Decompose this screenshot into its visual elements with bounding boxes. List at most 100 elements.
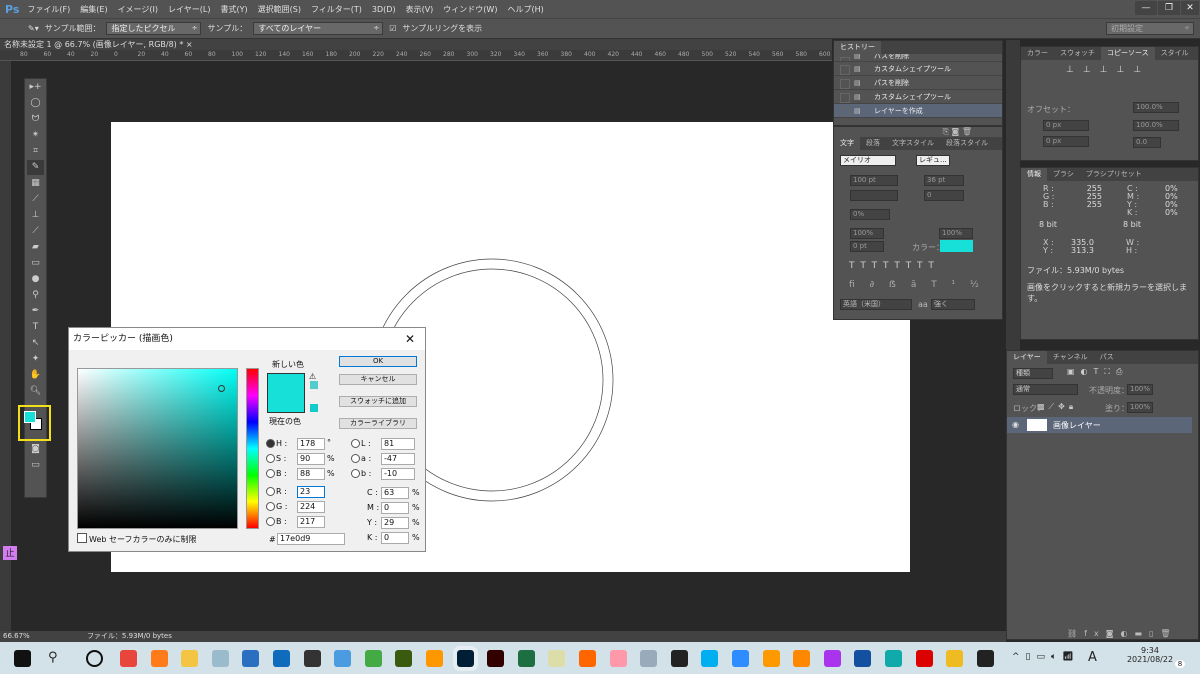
ok-button[interactable]: OK: [339, 356, 417, 367]
sample-select[interactable]: すべてのレイヤー: [253, 22, 384, 35]
menu-file[interactable]: ファイル(F): [27, 4, 70, 15]
radio-h[interactable]: [266, 439, 275, 448]
path-select-icon[interactable]: ↖: [27, 336, 44, 351]
quick-mask-icon[interactable]: ◙: [27, 442, 44, 457]
g-input[interactable]: 224: [297, 501, 325, 513]
taskbar-chrome-icon[interactable]: [120, 650, 137, 667]
h-input[interactable]: 178: [297, 438, 325, 450]
web-safe-swatch[interactable]: [310, 404, 318, 412]
close-tab-icon[interactable]: ×: [186, 40, 193, 49]
taskbar-zoom-icon[interactable]: [732, 650, 749, 667]
color-swatches[interactable]: [18, 405, 51, 441]
eraser-tool-icon[interactable]: ▰: [27, 240, 44, 255]
menu-help[interactable]: ヘルプ(H): [507, 4, 543, 15]
tab-history[interactable]: ヒストリー: [834, 41, 881, 54]
workspace-select[interactable]: 初期設定: [1106, 22, 1194, 35]
shape-tool-icon[interactable]: ✦: [27, 352, 44, 367]
move-tool-icon[interactable]: ▸+: [27, 80, 44, 95]
blur-tool-icon[interactable]: ●: [27, 272, 44, 287]
dodge-tool-icon[interactable]: ⚲: [27, 288, 44, 303]
clock[interactable]: 9:34 2021/08/22: [1120, 646, 1180, 664]
blue-input[interactable]: 217: [297, 516, 325, 528]
lock-icons[interactable]: ▩⟋✥🔒︎: [1037, 402, 1077, 412]
vertical-scale-input[interactable]: 100%: [850, 228, 884, 239]
notification-badge[interactable]: 8: [1175, 660, 1185, 668]
menu-select[interactable]: 選択範囲(S): [258, 4, 301, 15]
taskbar-illustrator-icon[interactable]: [487, 650, 505, 667]
taskbar-contacts-icon[interactable]: [334, 650, 352, 667]
add-swatch-button[interactable]: スウォッチに追加: [339, 396, 417, 407]
visibility-eye-icon[interactable]: ◉: [1012, 420, 1019, 429]
font-style-select[interactable]: レギュ...: [916, 155, 950, 166]
radio-r[interactable]: [266, 487, 275, 496]
layer-filter-select[interactable]: 種類: [1013, 368, 1053, 379]
a-input[interactable]: -47: [381, 453, 415, 465]
lab-b-input[interactable]: -10: [381, 468, 415, 480]
tab-swatches[interactable]: スウォッチ: [1054, 47, 1101, 60]
color-libraries-button[interactable]: カラーライブラリ: [339, 418, 417, 429]
taskbar-vlc-icon[interactable]: [793, 650, 811, 667]
kerning-input[interactable]: [850, 190, 898, 201]
radio-b[interactable]: [266, 469, 275, 478]
ime-mode[interactable]: A: [1088, 650, 1097, 665]
foreground-color[interactable]: [24, 411, 36, 423]
menu-layer[interactable]: レイヤー(L): [168, 4, 210, 15]
marquee-tool-icon[interactable]: ◯: [27, 96, 44, 111]
c-input[interactable]: 63: [381, 487, 409, 499]
sample-size-select[interactable]: 指定したピクセル: [106, 22, 202, 35]
tab-layers[interactable]: レイヤー: [1007, 351, 1047, 364]
tsume-input[interactable]: 0%: [850, 209, 890, 220]
leading-input[interactable]: 36 pt: [924, 175, 964, 186]
l-input[interactable]: 81: [381, 438, 415, 450]
menu-type[interactable]: 書式(Y): [220, 4, 247, 15]
hex-input[interactable]: 17e0d9: [277, 533, 345, 545]
minimize-button[interactable]: —: [1135, 1, 1157, 15]
tab-info[interactable]: 情報: [1021, 168, 1047, 181]
layer-filter-icons[interactable]: ▣◐T⛶⎙: [1067, 367, 1128, 377]
taskbar-sticky-icon[interactable]: [976, 650, 994, 667]
stamp-tool-icon[interactable]: ⊥: [27, 208, 44, 223]
m-input[interactable]: 0: [381, 502, 409, 514]
menu-edit[interactable]: 編集(E): [80, 4, 107, 15]
close-button[interactable]: ✕: [1181, 1, 1199, 15]
cancel-button[interactable]: キャンセル: [339, 374, 417, 385]
tab-clone-source[interactable]: コピーソース: [1101, 47, 1155, 60]
taskbar-editor-icon[interactable]: [548, 650, 566, 667]
show-ring-checkbox[interactable]: ☑: [389, 24, 396, 33]
taskbar-dreamweaver-icon[interactable]: [395, 650, 413, 667]
eyedropper-tool-icon[interactable]: ✎: [27, 160, 44, 175]
tab-color[interactable]: カラー: [1021, 47, 1054, 60]
font-size-input[interactable]: 100 pt: [850, 175, 898, 186]
taskbar-photoshop-icon[interactable]: [452, 646, 478, 671]
status-file-size[interactable]: ファイル：5.93M/0 bytes: [87, 632, 172, 640]
history-item[interactable]: カスタムシェイプツール: [834, 90, 1002, 104]
web-only-checkbox[interactable]: [77, 533, 87, 543]
b-input[interactable]: 88: [297, 468, 325, 480]
menu-filter[interactable]: フィルター(T): [311, 4, 362, 15]
magic-wand-icon[interactable]: ✴: [27, 128, 44, 143]
gradient-tool-icon[interactable]: ▭: [27, 256, 44, 271]
horizontal-scale-input[interactable]: 100%: [939, 228, 973, 239]
taskbar-butterfly-icon[interactable]: [579, 650, 596, 667]
taskbar-music-icon[interactable]: [854, 650, 872, 667]
opentype-buttons[interactable]: ﬁ ∂ ẞ ā T ¹ ½: [849, 280, 985, 290]
lasso-tool-icon[interactable]: ᗢ: [27, 112, 44, 127]
tab-paragraph-styles[interactable]: 段落スタイル: [940, 137, 994, 150]
taskbar-snipping-icon[interactable]: [609, 650, 627, 667]
gamut-warning-icon[interactable]: ⚠: [309, 372, 316, 381]
taskbar-settings-icon[interactable]: [303, 650, 321, 667]
search-icon[interactable]: ⚲: [48, 650, 65, 667]
layer-row[interactable]: ◉ 画像レイヤー: [1007, 417, 1192, 433]
tray-icons[interactable]: ^▯▭🔈︎📶︎: [1012, 652, 1080, 662]
document-tab[interactable]: 名称未設定 1 @ 66.7% (画像レイヤー, RGB/8) * ×: [0, 39, 832, 50]
screen-mode-icon[interactable]: ▭: [27, 458, 44, 473]
tab-paragraph[interactable]: 段落: [860, 137, 886, 150]
tab-brush-presets[interactable]: ブラシプリセット: [1080, 168, 1148, 181]
y-input[interactable]: 29: [381, 517, 409, 529]
taskbar-7zip-icon[interactable]: [670, 650, 688, 667]
taskbar-firefox-icon[interactable]: [150, 650, 168, 667]
dialog-close-icon[interactable]: ✕: [405, 328, 415, 350]
tab-character-styles[interactable]: 文字スタイル: [886, 137, 940, 150]
radio-lab-b[interactable]: [351, 469, 360, 478]
menu-image[interactable]: イメージ(I): [118, 4, 158, 15]
